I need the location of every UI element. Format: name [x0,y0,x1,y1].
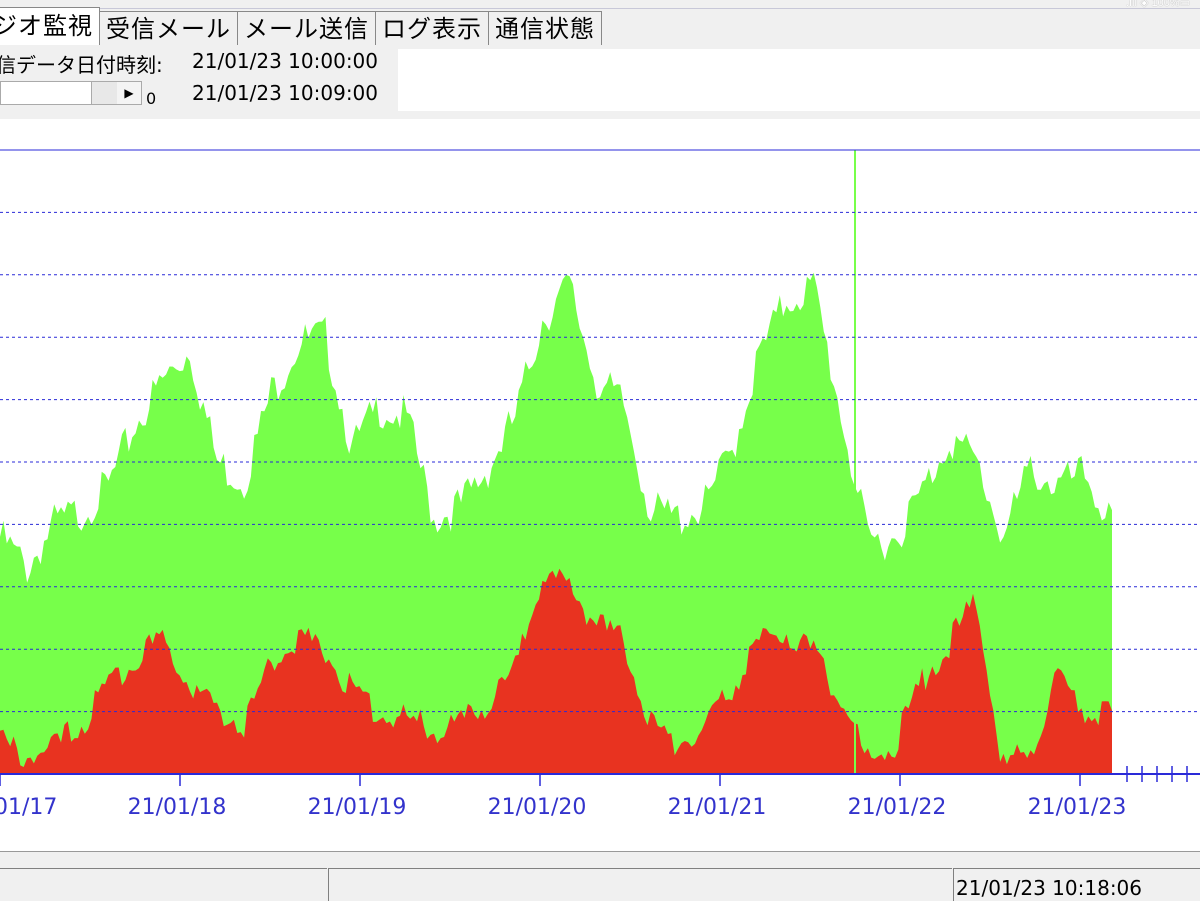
device-status-bar: .ıll ◈ 100%▭ [0,0,1200,9]
tab-log-view[interactable]: ログ表示 [375,11,489,45]
time-scrollbar[interactable]: ▶ [0,81,142,105]
tab-geo-monitor[interactable]: ジオ監視 [0,7,100,45]
geo-monitor-chart: 01/17 21/01/18 21/01/19 21/01/20 21/01/21 21/… [0,119,1200,851]
info-display-area [398,49,1200,111]
x-tick-label: 21/01/21 [668,795,767,820]
tab-received-mail[interactable]: 受信メール [99,11,238,45]
tab-bar: ジオ監視 受信メール メール送信 ログ表示 通信状態 [0,7,1200,45]
info-panel: 信データ日付時刻: 21/01/23 10:00:00 ▶ 0 21/01/23… [0,45,1200,117]
current-data-time: 21/01/23 10:09:00 [192,81,379,105]
tab-comm-status[interactable]: 通信状態 [488,11,602,45]
received-data-time: 21/01/23 10:00:00 [192,49,379,73]
status-panel-2 [328,868,952,901]
status-panel-1 [0,868,327,901]
chart-svg: 01/17 21/01/18 21/01/19 21/01/20 21/01/21 21/… [0,149,1200,820]
x-tick-label: 21/01/22 [848,795,947,820]
slider-value: 0 [146,89,157,108]
received-data-label: 信データ日付時刻: [0,53,163,77]
tab-send-mail[interactable]: メール送信 [237,11,376,45]
battery-wifi-indicator: .ıll ◈ 100%▭ [1125,0,1190,9]
x-tick-label: 01/17 [0,795,57,820]
status-clock: 21/01/23 10:18:06 [956,876,1143,900]
x-tick-label: 21/01/20 [488,795,587,820]
x-tick-label: 21/01/19 [308,795,407,820]
scrollbar-thumb[interactable] [91,82,119,104]
x-tick-label: 21/01/18 [128,795,227,820]
status-bar: 21/01/23 10:18:06 [0,851,1200,901]
scroll-right-arrow-icon[interactable]: ▶ [117,82,141,104]
x-tick-label: 21/01/23 [1028,795,1127,820]
